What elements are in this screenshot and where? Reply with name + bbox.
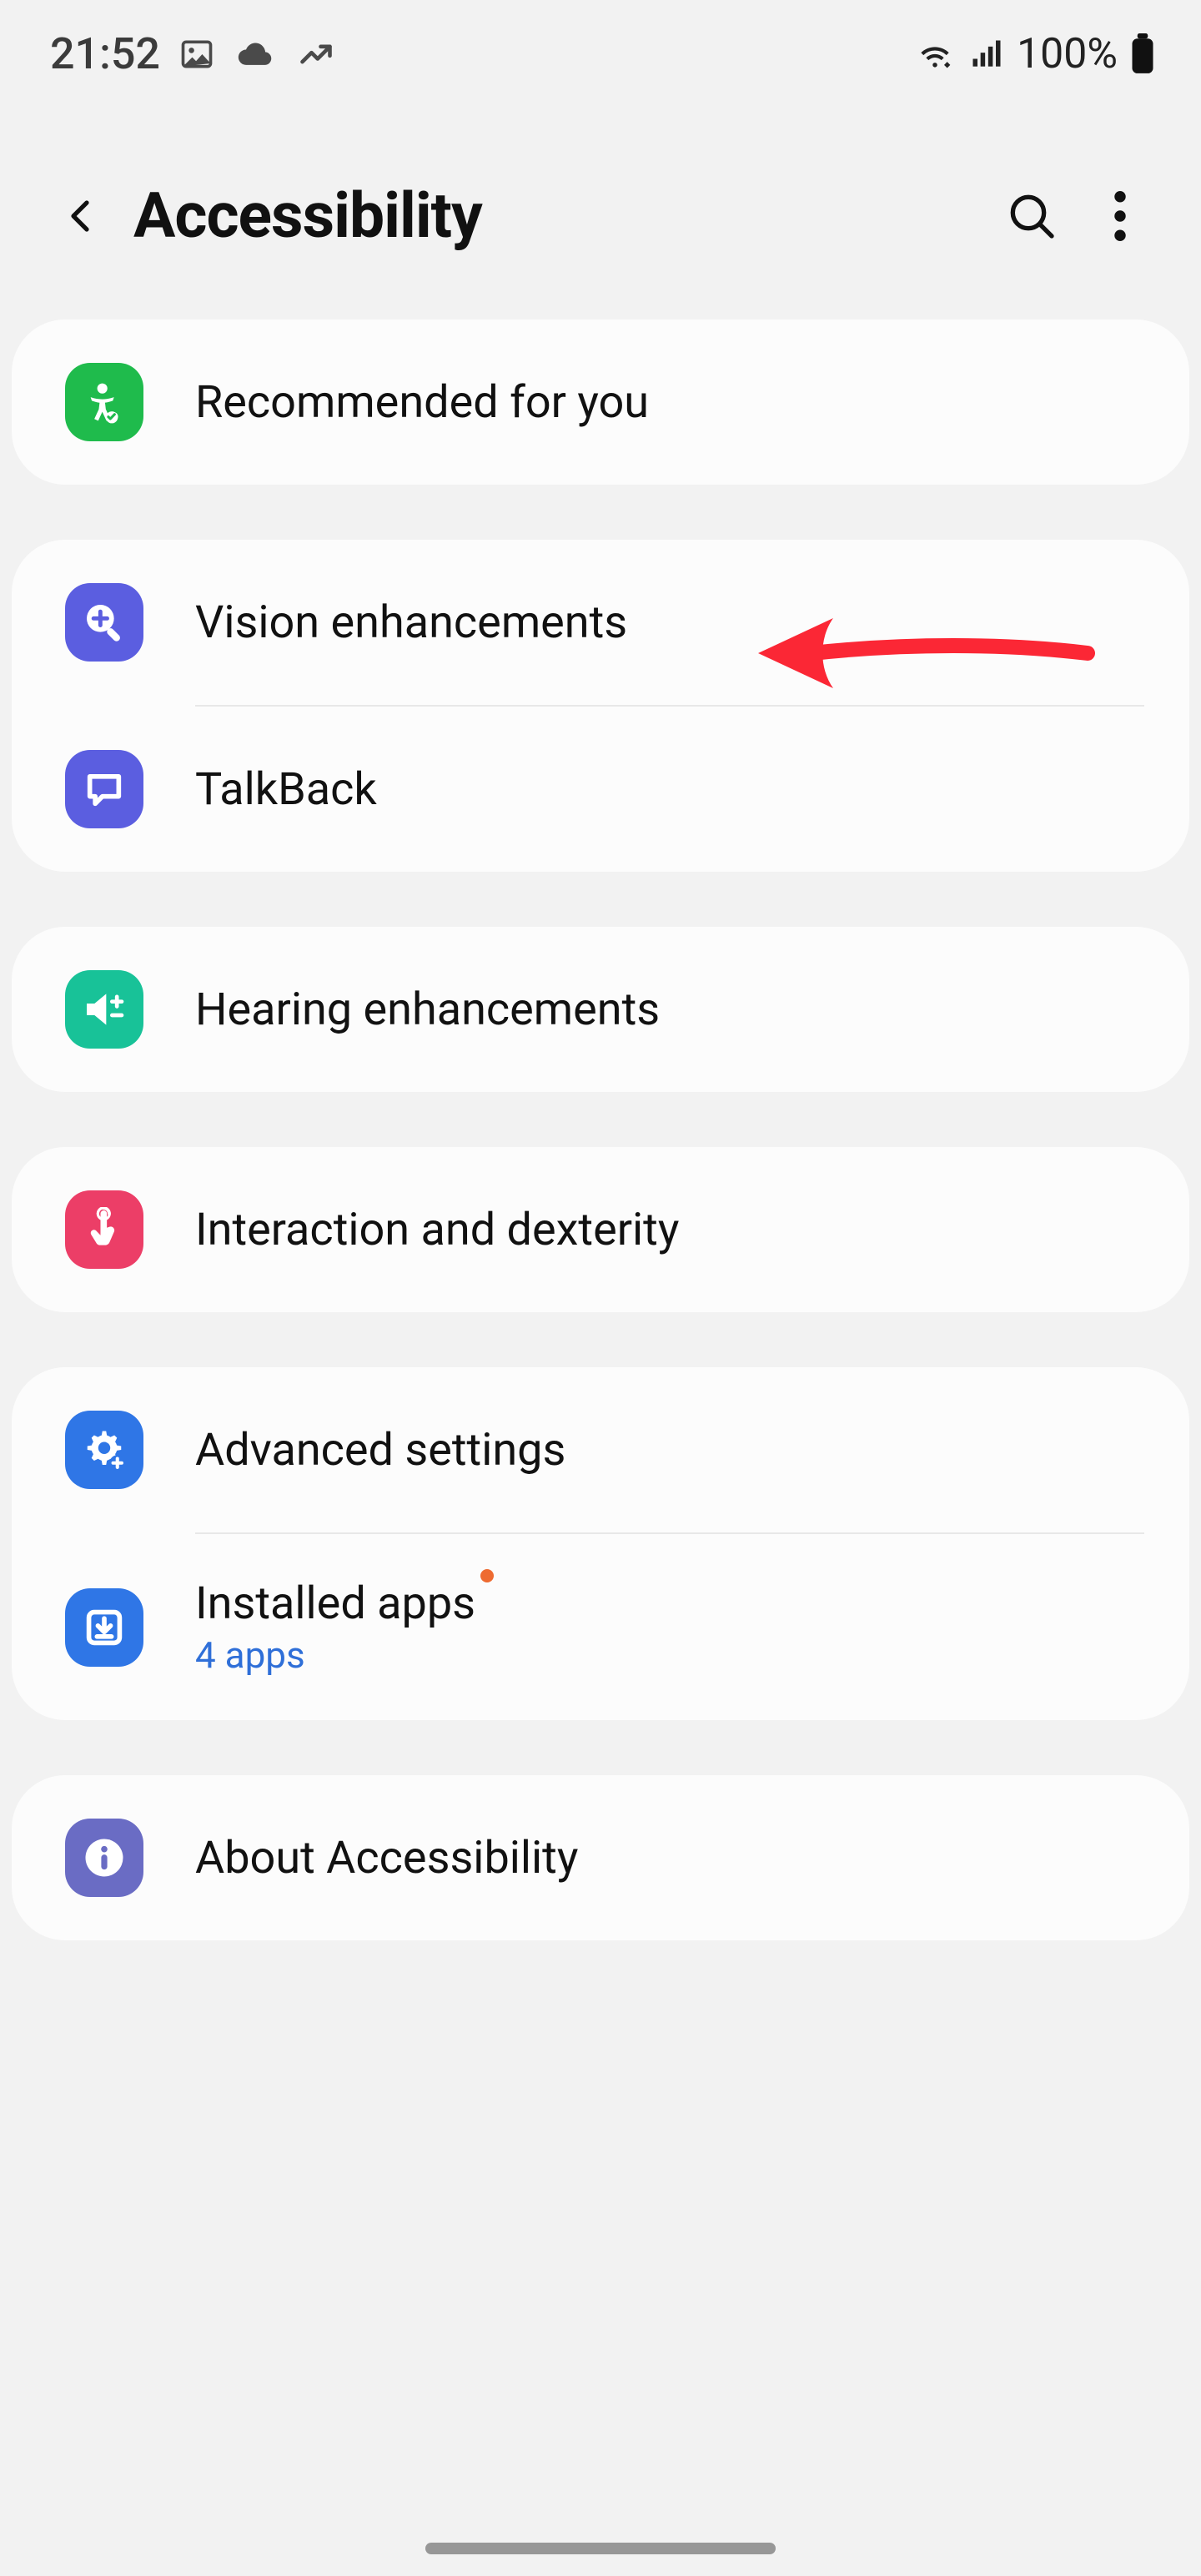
battery-icon	[1129, 33, 1156, 75]
wifi-icon	[913, 36, 957, 73]
settings-list: Recommended for you Vision enhancements …	[0, 319, 1201, 1940]
download-icon	[65, 1588, 143, 1667]
item-text: Recommended for you	[195, 376, 1144, 429]
item-recommended-for-you[interactable]: Recommended for you	[12, 319, 1189, 485]
item-hearing-enhancements[interactable]: Hearing enhancements	[12, 927, 1189, 1092]
more-vertical-icon	[1113, 190, 1127, 242]
item-label: Advanced settings	[195, 1424, 1144, 1477]
item-text: Advanced settings	[195, 1424, 1144, 1477]
status-right: 100%	[913, 30, 1156, 78]
gear-plus-icon	[65, 1411, 143, 1489]
notification-dot-icon	[480, 1569, 494, 1582]
item-label: Hearing enhancements	[195, 984, 1144, 1036]
settings-group: About Accessibility	[12, 1775, 1189, 1940]
settings-group: Vision enhancements TalkBack	[12, 540, 1189, 872]
item-vision-enhancements[interactable]: Vision enhancements	[12, 540, 1189, 705]
search-icon	[1005, 189, 1058, 243]
item-text: Interaction and dexterity	[195, 1204, 1144, 1256]
item-label-text: Installed apps	[195, 1577, 475, 1630]
back-button[interactable]	[57, 191, 107, 241]
status-bar: 21:52 100%	[0, 0, 1201, 99]
gesture-bar[interactable]	[425, 2543, 776, 2554]
item-label: Recommended for you	[195, 376, 1144, 429]
image-icon	[178, 36, 215, 73]
item-about-accessibility[interactable]: About Accessibility	[12, 1775, 1189, 1940]
status-time: 21:52	[50, 28, 160, 79]
item-text: Installed apps 4 apps	[195, 1577, 1144, 1677]
item-interaction-and-dexterity[interactable]: Interaction and dexterity	[12, 1147, 1189, 1312]
item-installed-apps[interactable]: Installed apps 4 apps	[12, 1534, 1189, 1720]
item-text: Hearing enhancements	[195, 984, 1144, 1036]
settings-group: Advanced settings Installed apps 4 apps	[12, 1367, 1189, 1720]
settings-group: Recommended for you	[12, 319, 1189, 485]
settings-group: Hearing enhancements	[12, 927, 1189, 1092]
item-subtitle: 4 apps	[195, 1633, 1144, 1677]
item-label: Installed apps	[195, 1577, 1144, 1630]
page-title: Accessibility	[133, 179, 976, 253]
search-button[interactable]	[999, 184, 1064, 249]
settings-group: Interaction and dexterity	[12, 1147, 1189, 1312]
item-text: Vision enhancements	[195, 596, 1144, 649]
item-label: Vision enhancements	[195, 596, 1144, 649]
status-left: 21:52	[50, 28, 337, 79]
accessibility-person-icon	[65, 363, 143, 441]
speaker-adjust-icon	[65, 970, 143, 1049]
item-advanced-settings[interactable]: Advanced settings	[12, 1367, 1189, 1532]
item-talkback[interactable]: TalkBack	[12, 707, 1189, 872]
magnifier-plus-icon	[65, 583, 143, 662]
chevron-left-icon	[62, 196, 102, 236]
item-label: TalkBack	[195, 763, 1144, 816]
app-header: Accessibility	[0, 99, 1201, 319]
info-icon	[65, 1819, 143, 1897]
cloud-icon	[234, 36, 277, 73]
battery-percent-label: 100%	[1017, 30, 1118, 78]
signal-icon	[968, 36, 1005, 73]
item-label: About Accessibility	[195, 1832, 1144, 1884]
speech-bubble-icon	[65, 750, 143, 828]
more-button[interactable]	[1088, 184, 1153, 249]
item-label: Interaction and dexterity	[195, 1204, 1144, 1256]
item-text: TalkBack	[195, 763, 1144, 816]
trending-icon	[295, 36, 337, 73]
item-text: About Accessibility	[195, 1832, 1144, 1884]
touch-hand-icon	[65, 1190, 143, 1269]
